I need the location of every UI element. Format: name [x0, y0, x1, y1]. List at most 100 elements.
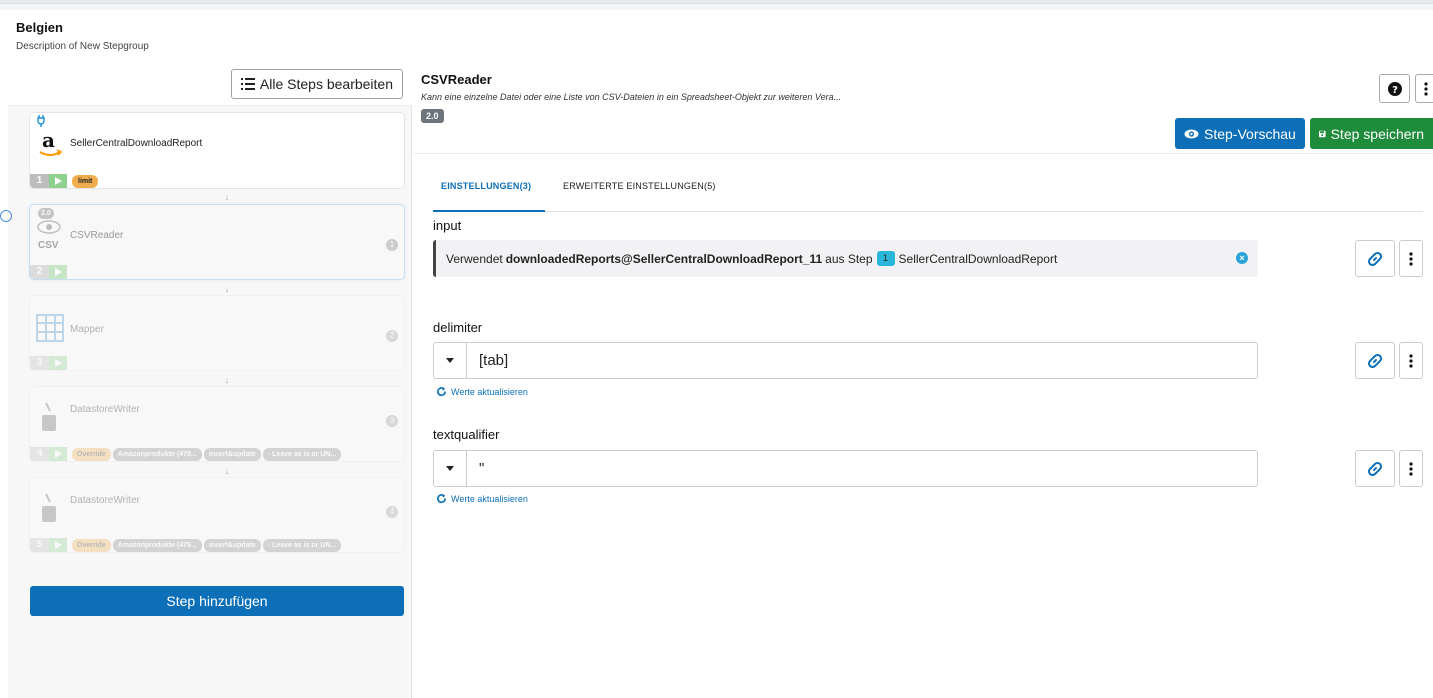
datastore-icon [42, 402, 56, 431]
step-number: 4 [30, 447, 49, 461]
table-chip: Amazonprodukte (479... [112, 448, 202, 461]
run-step-icon[interactable] [49, 356, 67, 370]
step-number: 1 [30, 174, 49, 188]
eye-icon [37, 220, 61, 234]
step-name: DatastoreWriter [70, 495, 140, 506]
chevron-down-icon[interactable] [434, 451, 467, 486]
step-name: DatastoreWriter [70, 404, 140, 415]
app: Belgien Description of New Stepgroup All… [0, 10, 1433, 698]
run-step-icon[interactable] [49, 538, 67, 552]
more-options-button[interactable] [1415, 74, 1433, 103]
run-step-icon[interactable] [49, 174, 67, 188]
clear-icon[interactable]: × [1236, 252, 1248, 264]
input-reference-field[interactable]: Verwendet downloadedReports@SellerCentra… [433, 240, 1258, 277]
strategy-chip: - Leave as is or UN... [262, 448, 342, 461]
edit-all-steps-label: Alle Steps bearbeiten [259, 76, 393, 92]
connector-arrow-icon: ↓ [224, 192, 230, 202]
amazon-logo-icon: a [39, 128, 63, 156]
step-title: CSVReader [421, 72, 492, 87]
run-step-icon[interactable] [49, 265, 67, 279]
delimiter-more-button[interactable] [1399, 342, 1423, 379]
stepgroup-description: Description of New Stepgroup [16, 41, 149, 52]
table-grid-icon [36, 314, 64, 342]
step-order-badge: 1 [386, 239, 398, 251]
step-order-badge: 2 [386, 330, 398, 342]
kebab-icon [1409, 461, 1413, 476]
step-editor-panel: CSVReader Kann eine einzelne Datei oder … [413, 64, 1433, 698]
tab-advanced-settings[interactable]: ERWEITERTE EINSTELLUNGEN(5) [563, 174, 716, 212]
input-prefix: Verwendet [446, 251, 503, 266]
delimiter-refresh-link[interactable]: Werte aktualisieren [436, 386, 528, 397]
kebab-icon [1424, 81, 1428, 96]
delimiter-refresh-label: Werte aktualisieren [451, 386, 528, 397]
steps-panel: Alle Steps bearbeiten a SellerCentralDow… [0, 64, 412, 698]
mode-chip: insert&update [203, 448, 261, 461]
eye-icon [1184, 129, 1199, 138]
step-card-2[interactable]: 2.0 CSV CSVReader 1 2 [29, 204, 405, 280]
step-number: 3 [30, 356, 49, 370]
kebab-icon [1409, 251, 1413, 266]
input-link-button[interactable] [1355, 240, 1395, 277]
step-name: CSVReader [70, 230, 124, 241]
delimiter-link-button[interactable] [1355, 342, 1395, 379]
input-middle: aus Step [825, 251, 873, 266]
connector-arrow-icon: ↓ [224, 466, 230, 476]
limit-badge: limit [72, 175, 99, 188]
strategy-chip: - Leave as is or UN... [262, 539, 342, 552]
textqualifier-refresh-label: Werte aktualisieren [451, 493, 528, 504]
stepgroup-header: Belgien Description of New Stepgroup [16, 20, 149, 52]
step-order-badge: 3 [386, 415, 398, 427]
mode-chip: insert&update [203, 539, 261, 552]
top-strip [0, 0, 1433, 4]
table-chip: Amazonprodukte (479... [112, 539, 202, 552]
textqualifier-select[interactable]: " [433, 450, 1258, 487]
divider [413, 153, 1433, 154]
textqualifier-link-button[interactable] [1355, 450, 1395, 487]
help-button[interactable]: ? [1379, 74, 1410, 103]
step-preview-button[interactable]: Step-Vorschau [1175, 118, 1305, 149]
delimiter-select[interactable]: [tab] [433, 342, 1258, 379]
run-step-icon[interactable] [49, 447, 67, 461]
textqualifier-value[interactable]: " [467, 451, 1257, 486]
side-indicator-icon [0, 210, 12, 222]
svg-text:?: ? [1392, 85, 1398, 96]
step-description: Kann eine einzelne Datei oder eine Liste… [421, 92, 842, 102]
question-icon: ? [1387, 81, 1402, 96]
save-step-button[interactable]: Step speichern [1310, 118, 1433, 149]
tab-settings[interactable]: EINSTELLUNGEN(3) [433, 174, 545, 212]
svg-text:a: a [42, 128, 55, 152]
step-card-1[interactable]: a SellerCentralDownloadReport 1 limit [29, 112, 405, 189]
datastore-icon [42, 493, 56, 522]
override-chip: Override [72, 539, 111, 552]
step-chips: Override Amazonprodukte (479... insert&u… [72, 539, 342, 552]
step-card-4[interactable]: DatastoreWriter 3 4 Override Amazonprodu… [29, 386, 405, 462]
step-number: 2 [30, 265, 49, 279]
step-chips: Override Amazonprodukte (479... insert&u… [72, 448, 342, 461]
input-reference: downloadedReports@SellerCentralDownloadR… [505, 251, 823, 266]
edit-all-steps-button[interactable]: Alle Steps bearbeiten [230, 69, 403, 99]
step-version-badge: 2.0 [38, 208, 54, 219]
link-icon [1367, 461, 1383, 476]
kebab-icon [1409, 353, 1413, 368]
textqualifier-more-button[interactable] [1399, 450, 1423, 487]
override-chip: Override [72, 448, 111, 461]
input-more-button[interactable] [1399, 240, 1423, 277]
add-step-button[interactable]: Step hinzufügen [30, 586, 404, 616]
link-icon [1367, 353, 1383, 368]
stepgroup-title: Belgien [16, 20, 63, 35]
step-card-3[interactable]: Mapper 2 3 [29, 295, 405, 371]
step-number: 5 [30, 538, 49, 552]
chevron-down-icon[interactable] [434, 343, 467, 378]
floppy-disk-icon [1319, 130, 1326, 137]
delimiter-value[interactable]: [tab] [467, 343, 1257, 378]
textqualifier-refresh-link[interactable]: Werte aktualisieren [436, 493, 528, 504]
step-card-5[interactable]: DatastoreWriter 4 5 Override Amazonprodu… [29, 477, 405, 553]
input-label: input [433, 218, 462, 233]
save-step-label: Step speichern [1330, 125, 1424, 142]
step-name: SellerCentralDownloadReport [70, 138, 203, 149]
textqualifier-label: textqualifier [433, 427, 500, 442]
link-icon [1367, 251, 1383, 266]
list-icon [240, 77, 255, 90]
refresh-icon [437, 493, 446, 504]
input-step-name: SellerCentralDownloadReport [898, 251, 1058, 266]
